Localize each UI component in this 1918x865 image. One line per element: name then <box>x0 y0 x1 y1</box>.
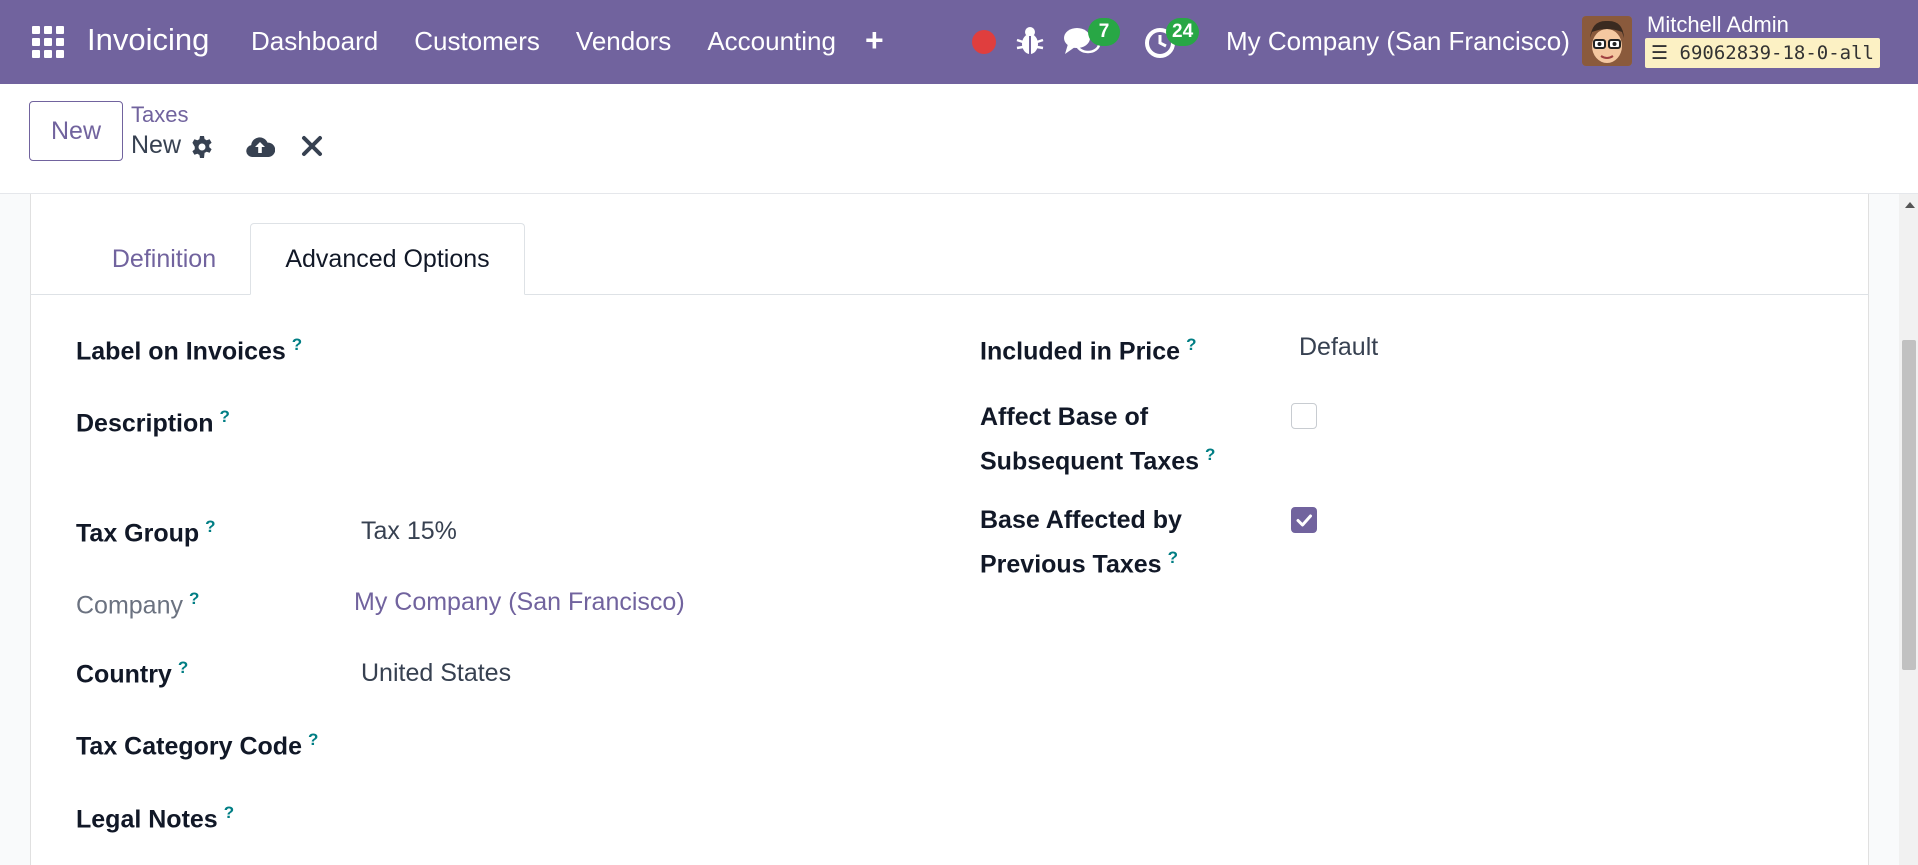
tax-category-code-label: Tax Category Code? <box>76 730 319 761</box>
help-icon[interactable]: ? <box>1168 548 1178 567</box>
breadcrumb-current: New <box>131 131 182 159</box>
help-icon[interactable]: ? <box>205 517 215 536</box>
gear-icon[interactable] <box>190 135 214 159</box>
legal-notes-label: Legal Notes? <box>76 803 235 834</box>
avatar[interactable] <box>1582 16 1632 66</box>
app-name[interactable]: Invoicing <box>87 22 209 58</box>
help-icon[interactable]: ? <box>1205 445 1215 464</box>
activity-counter-badge: 24 <box>1166 18 1200 46</box>
menu-item-accounting[interactable]: Accounting <box>707 26 836 57</box>
tax-group-field[interactable]: Tax 15% <box>361 517 457 546</box>
menu-item-customers[interactable]: Customers <box>414 26 540 57</box>
menu-item-dashboard[interactable]: Dashboard <box>251 26 378 57</box>
database-icon: ☰ <box>1651 42 1669 64</box>
country-label: Country? <box>76 658 189 689</box>
base-affected-label: Base Affected by Previous Taxes? <box>980 506 1182 579</box>
plus-icon[interactable]: + <box>865 24 884 56</box>
bug-icon[interactable] <box>1016 26 1044 56</box>
company-field[interactable]: My Company (San Francisco) <box>354 588 685 617</box>
help-icon[interactable]: ? <box>292 335 302 354</box>
cloud-upload-icon[interactable] <box>245 133 275 159</box>
control-panel: New Taxes New <box>0 84 1918 194</box>
help-icon[interactable]: ? <box>189 589 199 608</box>
affect-base-checkbox[interactable] <box>1291 403 1317 429</box>
help-icon[interactable]: ? <box>1186 335 1196 354</box>
company-switcher[interactable]: My Company (San Francisco) <box>1226 26 1570 57</box>
description-label: Description? <box>76 407 230 438</box>
tax-group-label: Tax Group? <box>76 517 216 548</box>
country-field[interactable]: United States <box>361 659 511 688</box>
help-icon[interactable]: ? <box>308 730 318 749</box>
new-button[interactable]: New <box>29 101 123 161</box>
base-affected-checkbox[interactable] <box>1291 507 1317 533</box>
company-label: Company? <box>76 589 200 620</box>
label-on-invoices-label: Label on Invoices? <box>76 335 303 366</box>
check-icon <box>1296 514 1312 527</box>
user-name[interactable]: Mitchell Admin <box>1647 12 1789 38</box>
tab-advanced-options[interactable]: Advanced Options <box>250 223 525 295</box>
help-icon[interactable]: ? <box>178 658 188 677</box>
included-in-price-select[interactable]: Default <box>1299 333 1378 362</box>
tab-definition[interactable]: Definition <box>80 223 248 295</box>
scroll-up-arrow[interactable] <box>1905 202 1915 208</box>
main-menu: Dashboard Customers Vendors Accounting <box>251 26 872 57</box>
top-navbar: Invoicing Dashboard Customers Vendors Ac… <box>0 0 1918 84</box>
chat-counter-badge: 7 <box>1088 18 1120 46</box>
help-icon[interactable]: ? <box>224 803 234 822</box>
breadcrumb-taxes[interactable]: Taxes <box>131 102 188 128</box>
record-icon[interactable] <box>972 30 996 54</box>
database-badge: ☰ 69062839-18-0-all <box>1645 38 1880 68</box>
close-icon[interactable] <box>301 135 323 157</box>
scrollbar-thumb[interactable] <box>1902 340 1916 670</box>
help-icon[interactable]: ? <box>220 407 230 426</box>
affect-base-label: Affect Base of Subsequent Taxes? <box>980 403 1216 476</box>
menu-item-vendors[interactable]: Vendors <box>576 26 671 57</box>
included-in-price-label: Included in Price? <box>980 335 1197 366</box>
database-name: 69062839-18-0-all <box>1679 42 1874 64</box>
apps-grid-icon[interactable] <box>32 26 64 58</box>
